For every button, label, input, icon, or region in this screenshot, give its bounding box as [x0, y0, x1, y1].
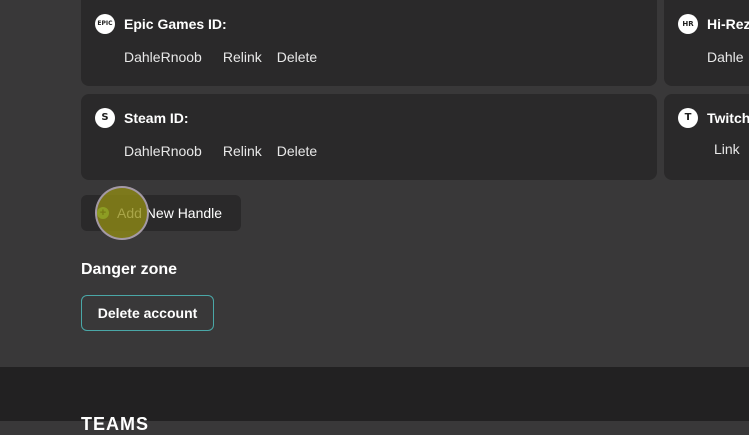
- hi-rez-icon: HR: [678, 14, 698, 34]
- epic-games-delete-button[interactable]: Delete: [277, 49, 317, 65]
- steam-relink-button[interactable]: Relink: [223, 143, 262, 159]
- steam-card: S Steam ID: DahleRnoob Relink Delete: [81, 94, 657, 180]
- hi-rez-title: Hi-Rez: [707, 16, 749, 32]
- epic-games-icon: EPIC: [95, 14, 115, 34]
- twitch-card: T Twitch Link: [664, 94, 749, 180]
- steam-icon: S: [95, 108, 115, 128]
- twitch-icon: T: [678, 108, 698, 128]
- hi-rez-handle: Dahle: [707, 49, 744, 65]
- steam-header: S Steam ID:: [95, 108, 189, 128]
- epic-games-row: DahleRnoob Relink Delete: [124, 49, 332, 65]
- hi-rez-header: HR Hi-Rez: [678, 14, 749, 34]
- epic-games-handle: DahleRnoob: [124, 49, 202, 65]
- steam-delete-button[interactable]: Delete: [277, 143, 317, 159]
- twitch-link-button[interactable]: Link: [714, 141, 740, 157]
- epic-games-card: EPIC Epic Games ID: DahleRnoob Relink De…: [81, 0, 657, 86]
- epic-games-header: EPIC Epic Games ID:: [95, 14, 227, 34]
- steam-title: Steam ID:: [124, 110, 189, 126]
- hi-rez-row: Dahle: [707, 49, 749, 65]
- footer-brand-logo: TEAMS: [81, 414, 149, 434]
- add-new-handle-label: Add New Handle: [117, 205, 223, 221]
- steam-handle: DahleRnoob: [124, 143, 202, 159]
- twitch-title: Twitch: [707, 110, 749, 126]
- danger-zone-title: Danger zone: [81, 261, 178, 278]
- footer: TEAMS: [0, 367, 749, 434]
- twitch-row: Link: [714, 141, 749, 157]
- twitch-header: T Twitch: [678, 108, 749, 128]
- hi-rez-card: HR Hi-Rez Dahle: [664, 0, 749, 86]
- epic-games-title: Epic Games ID:: [124, 16, 227, 32]
- delete-account-button[interactable]: Delete account: [81, 295, 214, 331]
- epic-games-relink-button[interactable]: Relink: [223, 49, 262, 65]
- steam-row: DahleRnoob Relink Delete: [124, 143, 332, 159]
- plus-circle-icon: +: [97, 207, 109, 219]
- add-new-handle-button[interactable]: + Add New Handle: [81, 195, 241, 231]
